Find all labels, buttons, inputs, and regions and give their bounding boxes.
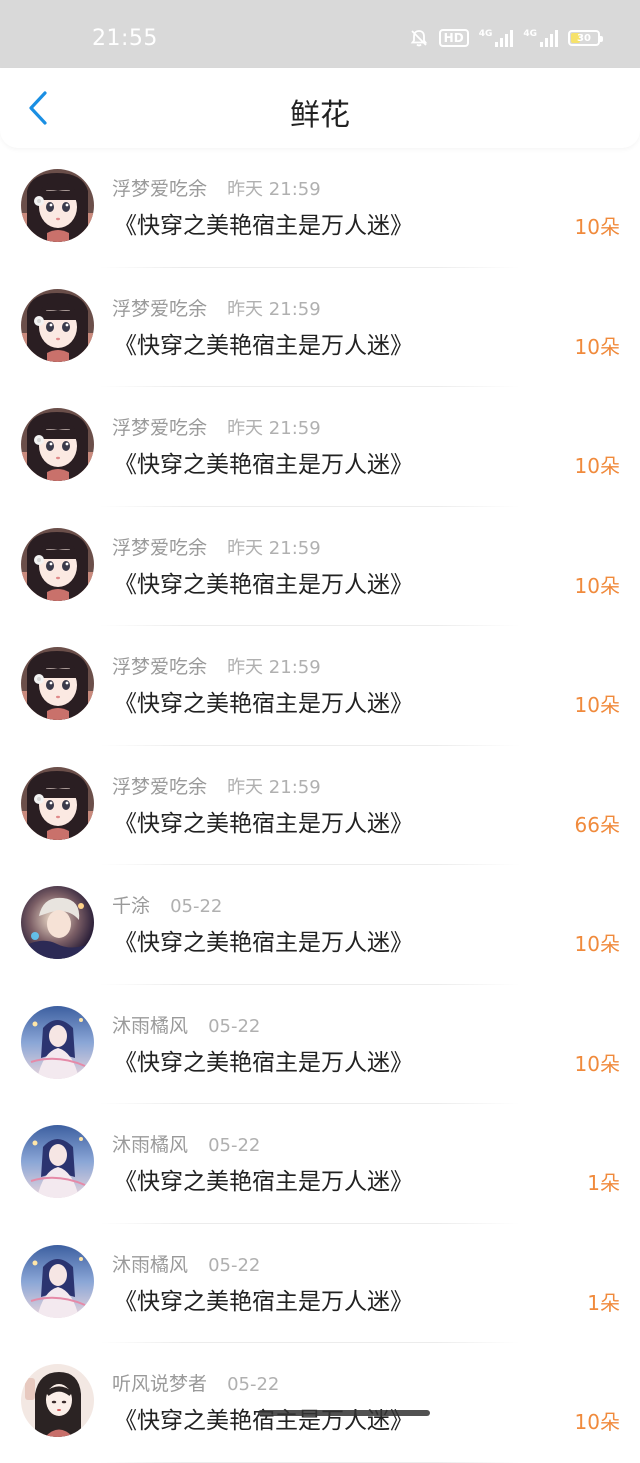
item-meta: 沐雨橘风 05-22 — [112, 1011, 260, 1038]
top-nav-bar: 鲜花 — [0, 68, 640, 148]
item-meta: 千涂 05-22 — [112, 891, 222, 918]
item-meta: 浮梦爱吃余 昨天 21:59 — [112, 533, 321, 560]
list-item[interactable]: 沐雨橘风 05-22 《快穿之美艳宿主是万人迷》 1朵 — [0, 1104, 640, 1224]
flower-count: 10朵 — [574, 334, 620, 359]
user-name[interactable]: 听风说梦者 — [112, 1373, 207, 1395]
timestamp: 05-22 — [208, 1254, 261, 1276]
timestamp: 05-22 — [170, 896, 223, 917]
book-title[interactable]: 《快穿之美艳宿主是万人迷》 — [114, 326, 413, 360]
flower-count: 10朵 — [574, 693, 620, 717]
hd-icon: HD — [438, 29, 469, 47]
book-title[interactable]: 《快穿之美艳宿主是万人迷》 — [114, 923, 413, 957]
avatar[interactable] — [21, 527, 94, 601]
book-title[interactable]: 《快穿之美艳宿主是万人迷》 — [114, 565, 413, 599]
book-title[interactable]: 《快穿之美艳宿主是万人迷》 — [114, 1162, 413, 1196]
flower-count: 10朵 — [574, 1051, 620, 1076]
timestamp: 05-22 — [208, 1135, 261, 1156]
timestamp: 05-22 — [227, 1374, 280, 1395]
avatar[interactable] — [21, 169, 94, 242]
flower-count: 10朵 — [574, 932, 620, 956]
user-name[interactable]: 沐雨橘风 — [112, 1254, 188, 1276]
item-meta: 浮梦爱吃余 昨天 21:59 — [112, 772, 321, 799]
list-item[interactable]: 浮梦爱吃余 昨天 21:59 《快穿之美艳宿主是万人迷》 10朵 — [0, 507, 640, 627]
avatar[interactable] — [21, 1005, 94, 1079]
status-bar: 21:55 HD 4G 4G 30 — [0, 0, 640, 68]
book-title[interactable]: 《快穿之美艳宿主是万人迷》 — [114, 206, 413, 240]
home-indicator[interactable] — [258, 1410, 430, 1416]
timestamp: 昨天 21:59 — [227, 537, 321, 559]
book-title[interactable]: 《快穿之美艳宿主是万人迷》 — [114, 445, 413, 479]
timestamp: 昨天 21:59 — [227, 657, 321, 678]
user-name[interactable]: 沐雨橘风 — [112, 1134, 188, 1156]
book-title[interactable]: 《快穿之美艳宿主是万人迷》 — [114, 1401, 413, 1435]
flower-count: 10朵 — [574, 215, 620, 239]
item-meta: 沐雨橘风 05-22 — [112, 1250, 260, 1277]
item-meta: 浮梦爱吃余 昨天 21:59 — [112, 174, 321, 201]
item-meta: 听风说梦者 05-22 — [112, 1369, 279, 1396]
battery-level: 30 — [577, 32, 591, 44]
list-item[interactable]: 浮梦爱吃余 昨天 21:59 《快穿之美艳宿主是万人迷》 10朵 — [0, 387, 640, 507]
book-title[interactable]: 《快穿之美艳宿主是万人迷》 — [114, 1282, 413, 1316]
user-name[interactable]: 沐雨橘风 — [112, 1015, 188, 1037]
item-meta: 浮梦爱吃余 昨天 21:59 — [112, 294, 321, 321]
flower-count: 10朵 — [574, 1410, 620, 1434]
timestamp: 昨天 21:59 — [227, 776, 321, 798]
avatar[interactable] — [21, 288, 94, 362]
item-meta: 沐雨橘风 05-22 — [112, 1130, 260, 1157]
timestamp: 昨天 21:59 — [227, 418, 321, 439]
list-item[interactable]: 沐雨橘风 05-22 《快穿之美艳宿主是万人迷》 10朵 — [0, 985, 640, 1105]
network-type-label-2: 4G — [523, 28, 537, 39]
timestamp: 昨天 21:59 — [227, 179, 321, 200]
avatar[interactable] — [21, 766, 94, 840]
book-title[interactable]: 《快穿之美艳宿主是万人迷》 — [114, 684, 413, 718]
list-item[interactable]: 听风说梦者 05-22 《快穿之美艳宿主是万人迷》 10朵 — [0, 1343, 640, 1463]
signal-icon-2: 4G — [523, 28, 558, 47]
status-icons: HD 4G 4G 30 — [409, 28, 603, 48]
user-name[interactable]: 浮梦爱吃余 — [112, 298, 207, 320]
user-name[interactable]: 浮梦爱吃余 — [112, 178, 207, 200]
signal-icon: 4G — [478, 28, 514, 47]
list-item[interactable]: 浮梦爱吃余 昨天 21:59 《快穿之美艳宿主是万人迷》 10朵 — [0, 268, 640, 388]
item-meta: 浮梦爱吃余 昨天 21:59 — [112, 652, 321, 679]
flower-count: 1朵 — [587, 1171, 620, 1195]
bell-off-icon — [409, 28, 429, 48]
user-name[interactable]: 浮梦爱吃余 — [112, 537, 207, 559]
timestamp: 05-22 — [208, 1015, 261, 1037]
list-item[interactable]: 沐雨橘风 05-22 《快穿之美艳宿主是万人迷》 1朵 — [0, 1224, 640, 1344]
network-type-label: 4G — [478, 28, 493, 39]
user-name[interactable]: 千涂 — [112, 895, 150, 917]
book-title[interactable]: 《快穿之美艳宿主是万人迷》 — [114, 1043, 413, 1077]
list-item[interactable]: 浮梦爱吃余 昨天 21:59 《快穿之美艳宿主是万人迷》 10朵 — [0, 626, 640, 746]
user-name[interactable]: 浮梦爱吃余 — [112, 417, 207, 439]
status-time: 21:55 — [92, 26, 158, 51]
user-name[interactable]: 浮梦爱吃余 — [112, 776, 207, 798]
item-meta: 浮梦爱吃余 昨天 21:59 — [112, 413, 321, 440]
page-title: 鲜花 — [290, 98, 350, 133]
list-item[interactable]: 浮梦爱吃余 昨天 21:59 《快穿之美艳宿主是万人迷》 66朵 — [0, 746, 640, 866]
avatar[interactable] — [21, 1244, 94, 1318]
avatar[interactable] — [21, 408, 94, 481]
list-item[interactable]: 千涂 05-22 《快穿之美艳宿主是万人迷》 10朵 — [0, 865, 640, 985]
avatar[interactable] — [21, 647, 94, 720]
flower-gift-list: 浮梦爱吃余 昨天 21:59 《快穿之美艳宿主是万人迷》 10朵 浮梦爱吃余 昨… — [0, 148, 640, 1463]
user-name[interactable]: 浮梦爱吃余 — [112, 656, 207, 678]
battery-icon: 30 — [568, 30, 603, 46]
timestamp: 昨天 21:59 — [227, 298, 321, 320]
list-item[interactable]: 浮梦爱吃余 昨天 21:59 《快穿之美艳宿主是万人迷》 10朵 — [0, 148, 640, 268]
book-title[interactable]: 《快穿之美艳宿主是万人迷》 — [114, 804, 413, 838]
flower-count: 1朵 — [587, 1290, 620, 1315]
avatar[interactable] — [21, 886, 94, 959]
avatar[interactable] — [21, 1125, 94, 1198]
flower-count: 10朵 — [574, 573, 620, 598]
flower-count: 66朵 — [574, 812, 620, 837]
flower-count: 10朵 — [574, 454, 620, 478]
avatar[interactable] — [21, 1364, 94, 1437]
